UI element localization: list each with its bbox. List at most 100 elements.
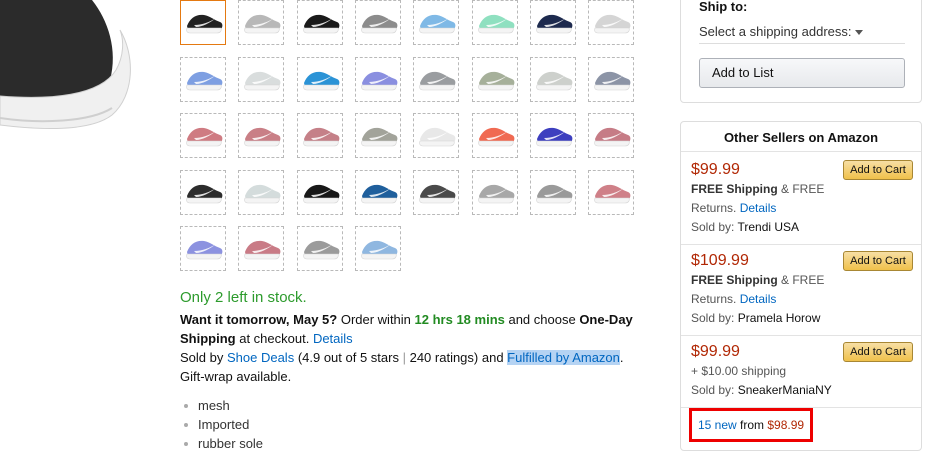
color-swatch[interactable] xyxy=(472,170,518,215)
color-swatch[interactable] xyxy=(297,170,343,215)
add-to-cart-button[interactable]: Add to Cart xyxy=(843,342,913,362)
shoe-thumbnail-icon xyxy=(303,184,340,204)
shoe-thumbnail-icon xyxy=(419,127,456,147)
color-swatch[interactable] xyxy=(355,57,401,102)
shoe-thumbnail-icon xyxy=(478,127,515,147)
color-swatch[interactable] xyxy=(472,113,518,158)
color-swatch[interactable] xyxy=(588,57,634,102)
shoe-thumbnail-icon xyxy=(419,71,456,91)
divider xyxy=(681,151,921,152)
seller-name: Pramela Horow xyxy=(737,311,821,325)
offer-details-link[interactable]: Details xyxy=(740,292,777,306)
shoe-thumbnail-icon xyxy=(594,127,631,147)
color-swatch[interactable] xyxy=(530,113,576,158)
add-to-cart-button[interactable]: Add to Cart xyxy=(843,160,913,180)
new-offers-highlight: 15 new from $98.99 xyxy=(689,408,814,442)
shoe-thumbnail-icon xyxy=(419,184,456,204)
color-swatch[interactable] xyxy=(472,57,518,102)
delivery-text: Order within xyxy=(337,312,415,327)
add-to-list-button[interactable]: Add to List xyxy=(699,58,905,88)
color-swatch[interactable] xyxy=(413,113,459,158)
shoe-thumbnail-icon xyxy=(361,14,398,34)
fulfilled-by-amazon-link[interactable]: Fulfilled by Amazon xyxy=(507,350,620,365)
countdown: 12 hrs 18 mins xyxy=(414,312,505,327)
other-sellers-panel: Other Sellers on Amazon $99.99 Add to Ca… xyxy=(680,121,922,451)
shoe-thumbnail-icon xyxy=(186,240,223,260)
list-item: Imported xyxy=(180,415,263,434)
shoe-thumbnail-icon xyxy=(536,184,573,204)
shoe-thumbnail-icon xyxy=(303,14,340,34)
shoe-thumbnail-icon xyxy=(244,127,281,147)
shoe-image-icon xyxy=(0,0,131,129)
shoe-thumbnail-icon xyxy=(186,14,223,34)
shipping-text: & FREE xyxy=(777,273,825,287)
color-swatch[interactable] xyxy=(413,170,459,215)
color-swatch[interactable] xyxy=(355,113,401,158)
color-swatch[interactable] xyxy=(530,0,576,45)
shoe-thumbnail-icon xyxy=(536,14,573,34)
shoe-thumbnail-icon xyxy=(478,14,515,34)
color-swatch[interactable] xyxy=(297,113,343,158)
sold-by-label: Sold by xyxy=(180,350,227,365)
color-swatch[interactable] xyxy=(297,57,343,102)
color-swatch[interactable] xyxy=(238,57,284,102)
color-swatch[interactable] xyxy=(297,226,343,271)
shoe-thumbnail-icon xyxy=(478,184,515,204)
ship-to-panel: Ship to: Select a shipping address: Add … xyxy=(680,0,922,103)
lowest-price: $98.99 xyxy=(767,418,805,432)
shipping-address-select[interactable]: Select a shipping address: xyxy=(699,24,905,44)
returns-text: Returns. xyxy=(691,292,740,306)
color-swatch[interactable] xyxy=(297,0,343,45)
shipping-cost: + $10.00 shipping xyxy=(691,364,787,378)
shipping-address-value: Select a shipping address: xyxy=(699,24,852,39)
color-swatch[interactable] xyxy=(355,170,401,215)
shoe-thumbnail-icon xyxy=(594,14,631,34)
color-swatch[interactable] xyxy=(355,0,401,45)
color-swatch[interactable] xyxy=(530,57,576,102)
seller-rating: (4.9 out of 5 stars xyxy=(294,350,403,365)
offer-details-link[interactable]: Details xyxy=(740,201,777,215)
ship-to-label: Ship to: xyxy=(699,0,748,14)
color-swatch[interactable] xyxy=(238,226,284,271)
color-swatch[interactable] xyxy=(180,170,226,215)
shoe-thumbnail-icon xyxy=(186,71,223,91)
color-swatch[interactable] xyxy=(588,0,634,45)
seller-offer: $109.99 Add to Cart FREE Shipping & FREE… xyxy=(691,251,913,328)
color-swatch[interactable] xyxy=(180,226,226,271)
color-swatch[interactable] xyxy=(530,170,576,215)
seller-name: SneakerManiaNY xyxy=(737,383,832,397)
shoe-thumbnail-icon xyxy=(303,127,340,147)
divider xyxy=(681,335,921,336)
product-main-image[interactable] xyxy=(0,0,140,135)
new-offers-link[interactable]: 15 new xyxy=(698,418,737,432)
ratings-count: 240 ratings) and xyxy=(405,350,508,365)
add-to-cart-button[interactable]: Add to Cart xyxy=(843,251,913,271)
color-swatch[interactable] xyxy=(588,113,634,158)
color-swatch[interactable] xyxy=(180,57,226,102)
shoe-thumbnail-icon xyxy=(536,71,573,91)
delivery-text: and choose xyxy=(504,312,580,327)
color-swatch[interactable] xyxy=(413,0,459,45)
delivery-text: at checkout. xyxy=(235,331,313,346)
returns-text: Returns. xyxy=(691,201,740,215)
seller-link[interactable]: Shoe Deals xyxy=(227,350,294,365)
stock-status: Only 2 left in stock. xyxy=(180,289,307,306)
color-swatch[interactable] xyxy=(238,0,284,45)
list-item: rubber sole xyxy=(180,434,263,453)
shoe-thumbnail-icon xyxy=(361,184,398,204)
seller-name: Trendi USA xyxy=(737,220,800,234)
shoe-thumbnail-icon xyxy=(419,14,456,34)
color-swatch[interactable] xyxy=(180,0,226,45)
color-swatch[interactable] xyxy=(413,57,459,102)
color-swatch[interactable] xyxy=(588,170,634,215)
color-swatch[interactable] xyxy=(355,226,401,271)
color-swatch[interactable] xyxy=(238,170,284,215)
color-swatch[interactable] xyxy=(180,113,226,158)
color-swatch[interactable] xyxy=(472,0,518,45)
free-shipping-label: FREE Shipping xyxy=(691,182,778,196)
color-swatch[interactable] xyxy=(238,113,284,158)
shipping-details-link[interactable]: Details xyxy=(313,331,353,346)
sold-by-label: Sold by: xyxy=(691,383,738,397)
shoe-thumbnail-icon xyxy=(594,71,631,91)
shoe-thumbnail-icon xyxy=(594,184,631,204)
